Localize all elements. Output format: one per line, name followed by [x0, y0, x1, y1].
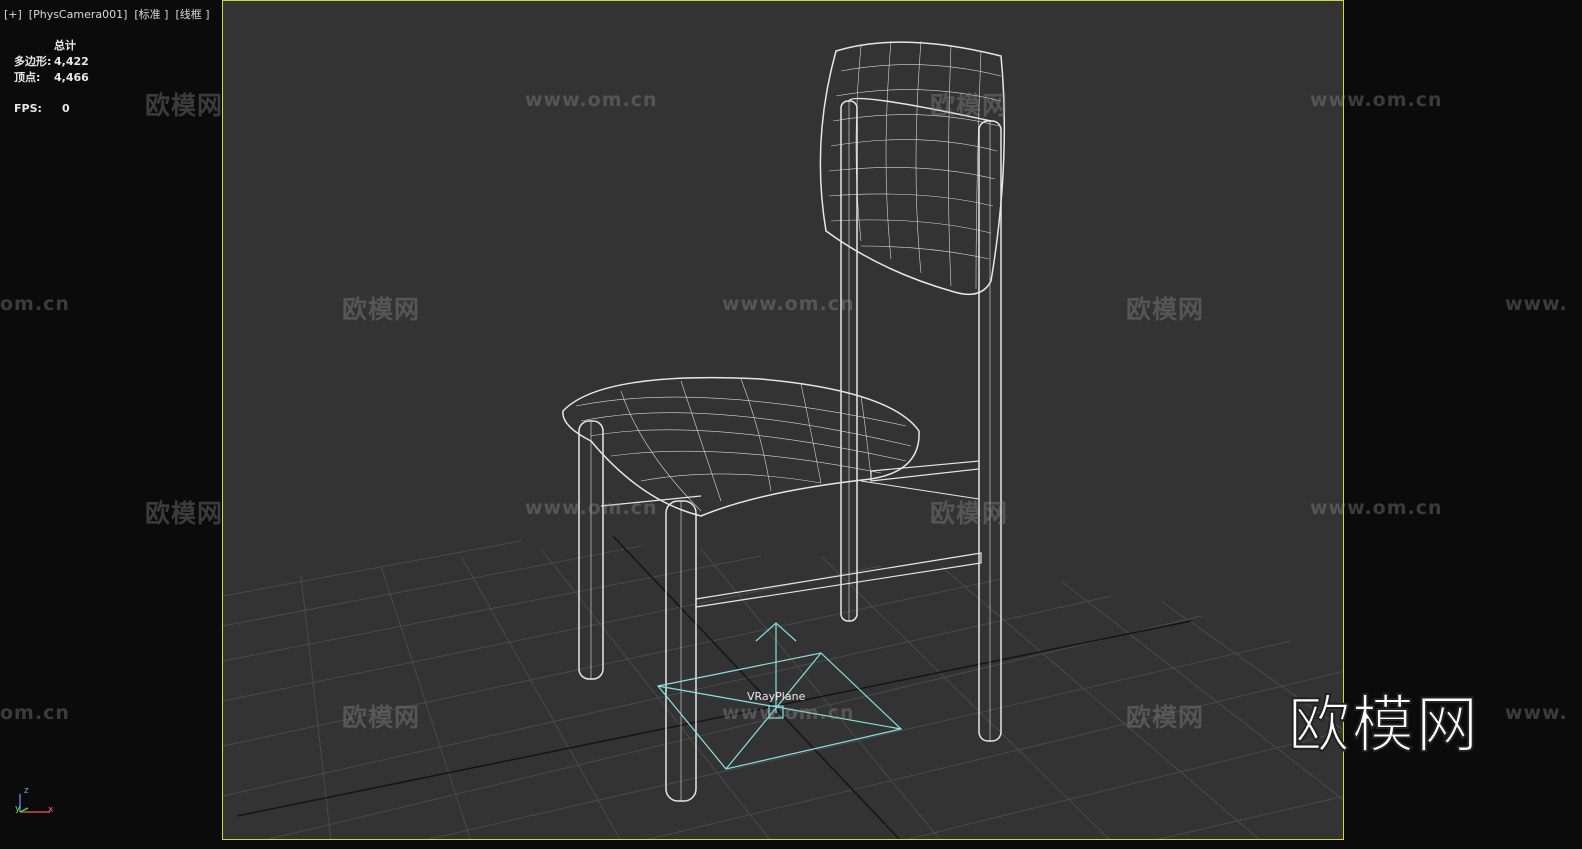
- watermark-logo: 欧模网: [145, 499, 224, 528]
- watermark-big-logo: 欧模网: [1287, 687, 1481, 762]
- watermark-url-partial: om.cn: [0, 293, 70, 315]
- watermark-url-partial: www.: [1505, 702, 1568, 724]
- axis-x-label: x: [48, 805, 54, 815]
- axis-z-label: z: [24, 786, 29, 796]
- stats-vertices-row: 顶点: 4,466: [14, 70, 89, 86]
- stats-polygons-row: 多边形: 4,422: [14, 54, 89, 70]
- axis-y-label: y: [15, 804, 21, 814]
- stats-polygons-label: 多边形:: [14, 55, 52, 68]
- stats-total-label: 总计: [54, 39, 76, 52]
- vrayplane-label: VRayPlane: [747, 690, 806, 703]
- axis-tripod-icon: z y x: [12, 786, 62, 818]
- stats-fps-row: FPS: 0: [14, 101, 89, 117]
- viewport-label-menu[interactable]: [+] [PhysCamera001] [标准 ] [线框 ]: [4, 6, 210, 22]
- stats-polygons-value: 4,422: [54, 55, 89, 68]
- watermark-logo: 欧模网: [145, 91, 224, 120]
- scene-wireframe: [223, 40, 1343, 839]
- watermark-url-partial: om.cn: [0, 702, 70, 724]
- stats-fps-value: 0: [62, 102, 70, 115]
- stats-fps-label: FPS:: [14, 102, 42, 115]
- stats-vertices-value: 4,466: [54, 71, 89, 84]
- stats-vertices-label: 顶点:: [14, 71, 41, 84]
- watermark-url-partial: www.: [1505, 293, 1568, 315]
- camera-viewport[interactable]: [222, 0, 1344, 840]
- chair-wireframe: [562, 40, 1006, 802]
- grid-main-axes: [236, 535, 1192, 839]
- viewport-statistics: 总计 多边形: 4,422 顶点: 4,466 FPS: 0: [14, 38, 89, 117]
